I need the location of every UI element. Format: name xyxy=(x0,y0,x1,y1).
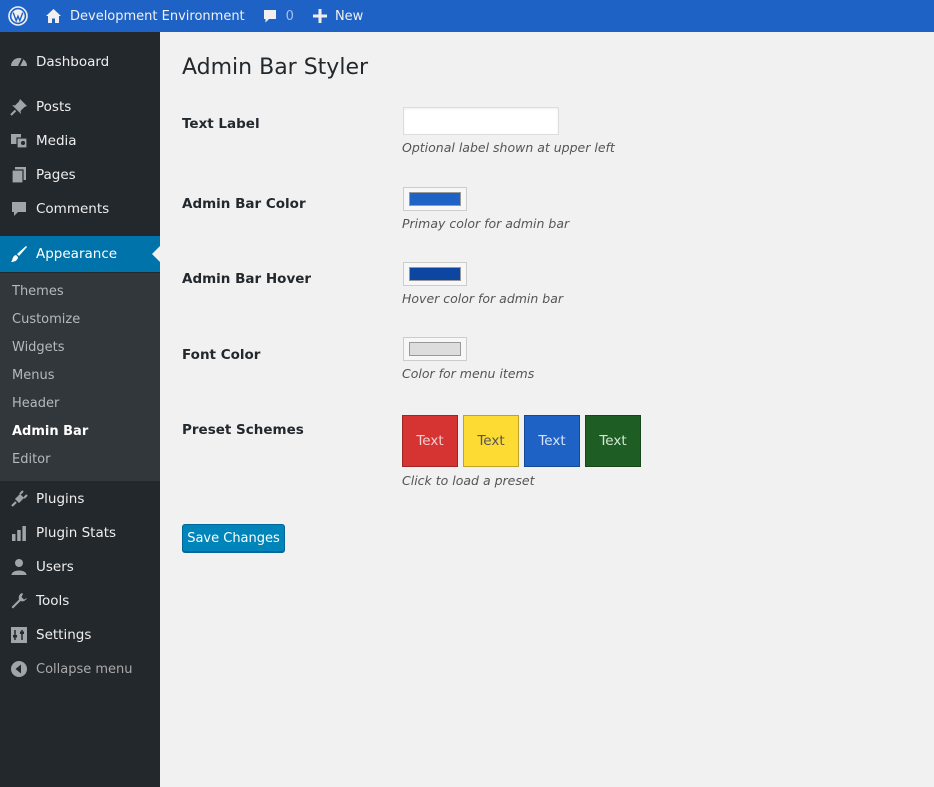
admin-bar-color-picker[interactable] xyxy=(403,187,467,211)
submenu-item-customize[interactable]: Customize xyxy=(12,310,80,330)
wordpress-logo-button[interactable] xyxy=(1,0,35,32)
site-name-link[interactable]: Development Environment xyxy=(35,0,245,32)
sidebar-item-plugins[interactable]: Plugins xyxy=(0,482,160,516)
comment-icon xyxy=(9,199,29,219)
submenu-item-header[interactable]: Header xyxy=(12,394,59,414)
collapse-menu-button[interactable]: Collapse menu xyxy=(0,652,160,686)
sidebar-item-media[interactable]: Media xyxy=(0,124,160,158)
sidebar-item-label: Settings xyxy=(36,627,92,643)
bar-chart-icon xyxy=(9,523,29,543)
sidebar-item-pages[interactable]: Pages xyxy=(0,158,160,192)
sidebar-item-comments[interactable]: Comments xyxy=(0,192,160,226)
font-color-description: Color for menu items xyxy=(402,366,535,381)
home-icon xyxy=(46,9,61,23)
sidebar-item-label: Appearance xyxy=(36,246,118,262)
paintbrush-icon xyxy=(9,244,29,264)
sidebar-item-label: Posts xyxy=(36,99,72,115)
settings-icon xyxy=(9,625,29,645)
admin-bar-color-description: Primay color for admin bar xyxy=(402,216,570,231)
sidebar-item-posts[interactable]: Posts xyxy=(0,90,160,124)
admin-bar-color-swatch xyxy=(409,192,461,206)
preset-green[interactable]: Text xyxy=(585,415,641,467)
sidebar-item-users[interactable]: Users xyxy=(0,550,160,584)
sidebar-item-label: Users xyxy=(36,559,74,575)
font-color-picker[interactable] xyxy=(403,337,467,361)
appearance-submenu: Themes Customize Widgets Menus Header Ad… xyxy=(0,273,160,481)
preset-yellow[interactable]: Text xyxy=(463,415,519,467)
sidebar-item-label: Pages xyxy=(36,167,76,183)
sidebar-item-dashboard[interactable]: Dashboard xyxy=(0,45,160,79)
preset-red[interactable]: Text xyxy=(402,415,458,467)
sidebar-item-label: Comments xyxy=(36,201,110,217)
submenu-item-editor[interactable]: Editor xyxy=(12,450,50,470)
admin-bar-hover-label: Admin Bar Hover xyxy=(182,271,312,287)
admin-bar-hover-swatch xyxy=(409,267,461,281)
page-title: Admin Bar Styler xyxy=(182,55,369,80)
admin-bar-color-label: Admin Bar Color xyxy=(182,196,306,212)
plug-icon xyxy=(9,489,29,509)
sidebar-item-label: Plugin Stats xyxy=(36,525,117,541)
sidebar-item-label: Media xyxy=(36,133,77,149)
sidebar-item-label: Dashboard xyxy=(36,54,110,70)
user-icon xyxy=(9,557,29,577)
admin-bar: Development Environment 0 New xyxy=(0,0,934,32)
sidebar-item-label: Tools xyxy=(36,593,70,609)
sidebar-item-label: Plugins xyxy=(36,491,85,507)
comments-count: 0 xyxy=(285,8,294,24)
plus-icon xyxy=(312,9,327,23)
wrench-icon xyxy=(9,591,29,611)
sidebar-item-settings[interactable]: Settings xyxy=(0,618,160,652)
media-icon xyxy=(9,131,29,151)
submenu-item-themes[interactable]: Themes xyxy=(12,282,64,302)
pages-icon xyxy=(9,165,29,185)
wordpress-logo-icon xyxy=(8,6,28,26)
sidebar-item-appearance[interactable]: Appearance xyxy=(0,236,160,272)
sidebar-item-plugin-stats[interactable]: Plugin Stats xyxy=(0,516,160,550)
text-label-label: Text Label xyxy=(182,116,260,132)
text-label-input[interactable] xyxy=(403,107,559,135)
pin-icon xyxy=(9,97,29,117)
main-content: Admin Bar Styler Text Label Optional lab… xyxy=(160,32,934,787)
sidebar-item-label: Collapse menu xyxy=(36,661,133,677)
font-color-swatch xyxy=(409,342,461,356)
new-label: New xyxy=(334,8,364,24)
preset-schemes-description: Click to load a preset xyxy=(402,473,535,488)
site-name: Development Environment xyxy=(70,8,245,24)
admin-bar-hover-picker[interactable] xyxy=(403,262,467,286)
font-color-label: Font Color xyxy=(182,347,261,363)
save-changes-button[interactable]: Save Changes xyxy=(182,524,285,552)
preset-schemes-label: Preset Schemes xyxy=(182,422,304,438)
preset-blue[interactable]: Text xyxy=(524,415,580,467)
admin-bar-hover-description: Hover color for admin bar xyxy=(402,291,564,306)
text-label-description: Optional label shown at upper left xyxy=(402,140,615,155)
dashboard-icon xyxy=(9,52,29,72)
comment-bubble-icon xyxy=(263,10,276,23)
sidebar-item-tools[interactable]: Tools xyxy=(0,584,160,618)
new-content-button[interactable]: New xyxy=(312,0,364,32)
submenu-item-admin-bar[interactable]: Admin Bar xyxy=(12,422,88,442)
submenu-item-menus[interactable]: Menus xyxy=(12,366,54,386)
comments-link[interactable]: 0 xyxy=(262,0,294,32)
submenu-item-widgets[interactable]: Widgets xyxy=(12,338,65,358)
admin-sidebar: Dashboard Posts Media Pages Comments App… xyxy=(0,32,160,787)
collapse-icon xyxy=(9,659,29,679)
